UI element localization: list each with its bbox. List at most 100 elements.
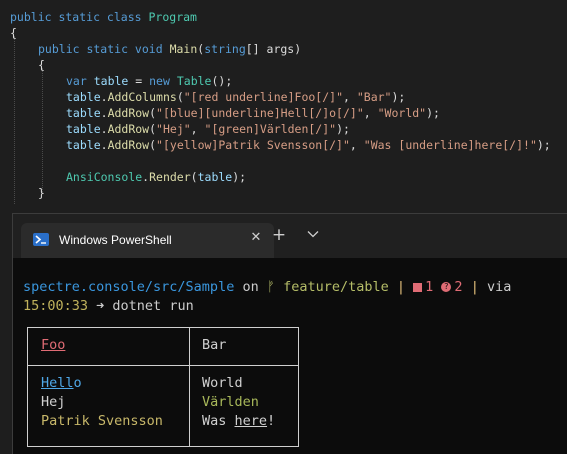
cell-world: World bbox=[202, 375, 243, 391]
class-name: AnsiConsole bbox=[66, 170, 143, 184]
code-line-1: public static class Program bbox=[10, 9, 197, 25]
prompt-tail: via bbox=[486, 279, 512, 295]
code-line-6: table.AddColumns("[red underline]Foo[/]"… bbox=[66, 89, 405, 105]
string-literal: "Bar" bbox=[356, 90, 392, 104]
prompt-arrow: ➜ bbox=[88, 298, 113, 314]
chevron-down-icon[interactable] bbox=[303, 225, 323, 245]
punct: ); bbox=[536, 138, 551, 152]
string-literal: "[red underline]Foo[/]" bbox=[183, 90, 343, 104]
code-line-11: } bbox=[38, 185, 45, 201]
punct: ( bbox=[149, 122, 157, 136]
prompt-branch: feature/table bbox=[274, 279, 389, 295]
question-icon: ? bbox=[441, 282, 452, 292]
indent-guide bbox=[14, 36, 15, 204]
punct: ( bbox=[149, 138, 157, 152]
punct: ); bbox=[232, 170, 247, 184]
punct: . bbox=[100, 122, 108, 136]
command-text: dotnet run bbox=[112, 298, 194, 314]
method-name: AddRow bbox=[107, 122, 150, 136]
header-foo: Foo bbox=[41, 337, 66, 353]
error-icon bbox=[413, 282, 423, 292]
close-icon[interactable]: ✕ bbox=[247, 229, 265, 247]
class-name: Table bbox=[176, 74, 212, 88]
cell-patrik: Patrik Svensson bbox=[41, 413, 163, 429]
warning-count: 2 bbox=[454, 279, 463, 295]
cell-bang: ! bbox=[267, 413, 276, 429]
cell-was: Was bbox=[202, 413, 235, 429]
punct: , bbox=[363, 106, 378, 120]
brace: { bbox=[38, 58, 45, 72]
class-name: Program bbox=[148, 10, 197, 24]
code-line-5: var table = new Table(); bbox=[66, 73, 232, 89]
header-bar: Bar bbox=[202, 337, 227, 353]
punct: , bbox=[343, 90, 357, 104]
code-line-9: table.AddRow("[yellow]Patrik Svensson[/]… bbox=[66, 137, 551, 153]
method-name: AddRow bbox=[107, 106, 150, 120]
punct: ( bbox=[149, 106, 157, 120]
code-line-7: table.AddRow("[blue][underline]Hell[/]o[… bbox=[66, 105, 440, 121]
prompt-line: spectre.console/src/Sample on ᚠ feature/… bbox=[23, 278, 511, 296]
method-name: Main bbox=[169, 42, 198, 56]
terminal-window[interactable]: Windows PowerShell ✕ + spectre.console/s… bbox=[12, 213, 567, 454]
cell-was-here: Was here! bbox=[202, 412, 275, 431]
indent-guide bbox=[42, 68, 43, 192]
variable: table bbox=[66, 106, 101, 120]
variable: table bbox=[93, 74, 129, 88]
tab-bar: Windows PowerShell ✕ + bbox=[13, 214, 567, 258]
table-column-divider bbox=[189, 328, 190, 446]
code-line-10: AnsiConsole.Render(table); bbox=[66, 169, 246, 185]
punct: . bbox=[100, 106, 108, 120]
prompt-separator: | bbox=[462, 279, 487, 295]
string-literal: "[blue][underline]Hell[/]o[/]" bbox=[156, 106, 364, 120]
punct: ); bbox=[336, 122, 350, 136]
branch-icon: ᚠ bbox=[266, 279, 275, 295]
cell-here: here bbox=[234, 413, 268, 429]
powershell-icon bbox=[33, 233, 49, 246]
cell-hej: Hej bbox=[41, 394, 66, 410]
string-literal: "Hej" bbox=[156, 122, 191, 136]
variable: table bbox=[66, 122, 101, 136]
code-line-4: { bbox=[38, 57, 45, 73]
tab-title: Windows PowerShell bbox=[59, 233, 172, 247]
code-line-8: table.AddRow("Hej", "[green]Världen[/]")… bbox=[66, 121, 350, 137]
error-count: 1 bbox=[425, 279, 434, 295]
variable: table bbox=[66, 138, 101, 152]
terminal-output[interactable]: spectre.console/src/Sample on ᚠ feature/… bbox=[13, 258, 567, 454]
code-line-3: public static void Main(string[] args) bbox=[38, 41, 301, 57]
prompt-time: 15:00:33 bbox=[23, 298, 89, 314]
cell-hello-rest: o bbox=[73, 375, 82, 391]
punct: (); bbox=[211, 74, 233, 88]
brace: { bbox=[10, 26, 17, 40]
new-tab-button[interactable]: + bbox=[269, 225, 289, 245]
params: [] args) bbox=[245, 42, 302, 56]
keyword: public static void bbox=[38, 42, 163, 56]
punct: ( bbox=[190, 170, 198, 184]
method-name: AddRow bbox=[107, 138, 150, 152]
cell-hello-underlined: Hell bbox=[41, 375, 74, 391]
keyword: new bbox=[149, 74, 170, 88]
punct: ); bbox=[391, 90, 406, 104]
punct: ); bbox=[426, 106, 440, 120]
param-type: string bbox=[204, 42, 246, 56]
variable: table bbox=[197, 170, 233, 184]
string-literal: "[yellow]Patrik Svensson[/]" bbox=[156, 138, 350, 152]
brace: } bbox=[38, 186, 45, 200]
code-editor[interactable]: public static class Program { public sta… bbox=[0, 0, 567, 213]
keyword: public static class bbox=[10, 10, 142, 24]
code-line-2: { bbox=[10, 25, 17, 41]
string-literal: "Was [underline]here[/]!" bbox=[363, 138, 537, 152]
method-name: Render bbox=[149, 170, 191, 184]
prompt-separator: | bbox=[388, 279, 414, 295]
prompt-path: spectre.console/src/Sample bbox=[23, 279, 235, 295]
punct: . bbox=[100, 90, 108, 104]
string-literal: "[green]Världen[/]" bbox=[204, 122, 337, 136]
tab-windows-powershell[interactable]: Windows PowerShell ✕ bbox=[21, 223, 274, 258]
command-line: 15:00:33 ➜ dotnet run bbox=[23, 297, 194, 315]
method-name: AddColumns bbox=[107, 90, 177, 104]
punct: , bbox=[349, 138, 364, 152]
cell-varlden: Världen bbox=[202, 394, 259, 410]
keyword: var bbox=[66, 74, 87, 88]
punct: , bbox=[190, 122, 205, 136]
cell-hello: Hello bbox=[41, 374, 82, 393]
punct: ( bbox=[176, 90, 184, 104]
